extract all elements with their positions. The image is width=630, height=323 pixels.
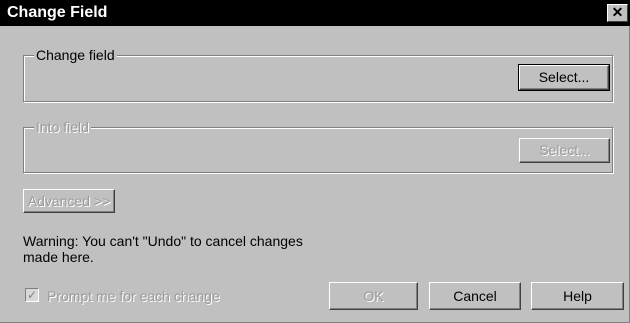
into-field-select-button[interactable]: Select... [519, 138, 610, 163]
close-icon[interactable]: ✕ [607, 4, 628, 22]
warning-text: Warning: You can't "Undo" to cancel chan… [23, 233, 303, 265]
help-button[interactable]: Help [531, 282, 624, 310]
into-field-label: Into field [34, 119, 91, 135]
change-field-dialog: Change Field ✕ Change field Select... In… [0, 0, 630, 323]
title-bar[interactable]: Change Field ✕ [0, 0, 630, 26]
window-title: Change Field [7, 4, 108, 21]
change-field-select-button[interactable]: Select... [518, 64, 610, 91]
ok-button[interactable]: OK [329, 282, 418, 310]
change-field-label: Change field [34, 47, 117, 63]
prompt-each-change-label: Prompt me for each change [47, 288, 220, 304]
cancel-button[interactable]: Cancel [429, 282, 521, 310]
checkbox-check-icon[interactable]: ✓ [25, 288, 39, 302]
advanced-button[interactable]: Advanced >> [23, 189, 115, 213]
